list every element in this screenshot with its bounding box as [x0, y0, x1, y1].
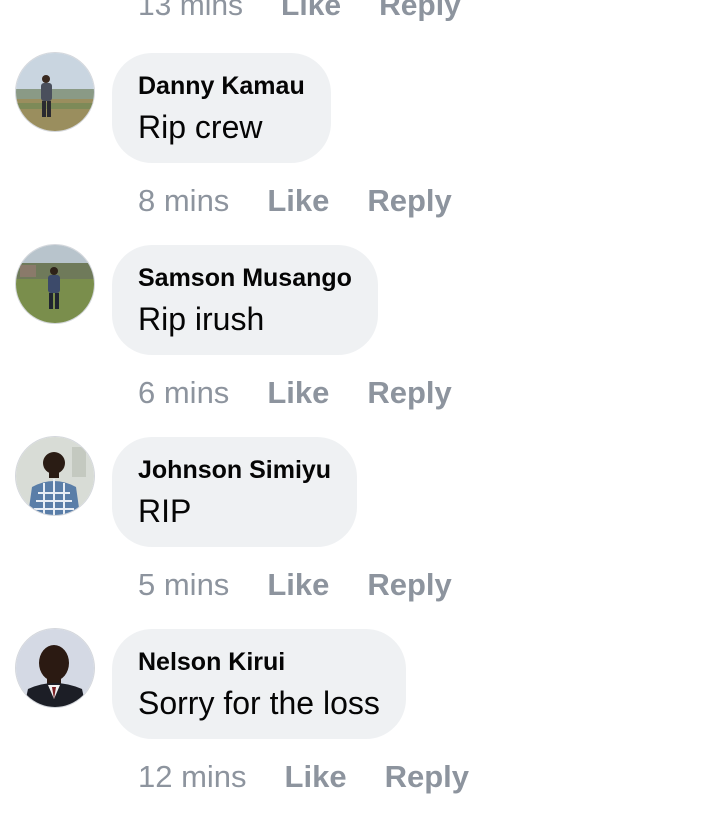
comment-bubble: Nelson Kirui Sorry for the loss	[112, 629, 406, 739]
comment-time[interactable]: 5 mins	[138, 567, 229, 603]
comment-actions: 12 mins Like Reply	[138, 757, 507, 797]
avatar[interactable]	[16, 245, 94, 323]
comments-page: 13 mins Like Reply Danny Kamau Rip crew …	[0, 0, 720, 813]
profile-photo-icon	[16, 245, 94, 323]
comment-bubble: Samson Musango Rip irush	[112, 245, 378, 355]
comment-text: Rip crew	[138, 109, 263, 145]
comment-actions: 6 mins Like Reply	[138, 373, 490, 413]
comment-author[interactable]: Nelson Kirui	[138, 646, 380, 678]
comment-actions: 8 mins Like Reply	[138, 181, 490, 221]
comment-item: Samson Musango Rip irush 6 mins Like Rep…	[0, 245, 720, 437]
comment-author[interactable]: Danny Kamau	[138, 70, 305, 102]
comment-text: Rip irush	[138, 301, 265, 337]
comment-bubble: Johnson Simiyu RIP	[112, 437, 358, 547]
avatar[interactable]	[16, 437, 94, 515]
comment-time[interactable]: 8 mins	[138, 183, 229, 219]
comment-author[interactable]: Johnson Simiyu	[138, 454, 331, 486]
like-button[interactable]: Like	[267, 183, 329, 219]
profile-photo-icon	[16, 629, 94, 707]
reply-button[interactable]: Reply	[367, 567, 451, 603]
partial-comment-actions: 13 mins Like Reply	[138, 0, 499, 26]
like-button[interactable]: Like	[285, 759, 347, 795]
reply-button[interactable]: Reply	[379, 0, 461, 23]
comment-time[interactable]: 12 mins	[138, 759, 247, 795]
like-button[interactable]: Like	[281, 0, 341, 23]
comment-actions: 5 mins Like Reply	[138, 565, 490, 605]
profile-photo-icon	[16, 437, 94, 515]
comment-author[interactable]: Samson Musango	[138, 262, 352, 294]
comment-time: 13 mins	[138, 0, 244, 22]
comment-item: Nelson Kirui Sorry for the loss 12 mins …	[0, 629, 720, 813]
reply-button[interactable]: Reply	[367, 183, 451, 219]
avatar[interactable]	[16, 53, 94, 131]
comment-text: RIP	[138, 493, 192, 529]
reply-button[interactable]: Reply	[367, 375, 451, 411]
like-button[interactable]: Like	[267, 567, 329, 603]
comment-text: Sorry for the loss	[138, 685, 380, 721]
like-button[interactable]: Like	[267, 375, 329, 411]
reply-button[interactable]: Reply	[385, 759, 469, 795]
comment-item: Danny Kamau Rip crew 8 mins Like Reply	[0, 53, 720, 245]
comment-time[interactable]: 6 mins	[138, 375, 229, 411]
avatar[interactable]	[16, 629, 94, 707]
comment-item: Johnson Simiyu RIP 5 mins Like Reply	[0, 437, 720, 629]
comment-bubble: Danny Kamau Rip crew	[112, 53, 331, 163]
profile-photo-icon	[16, 53, 94, 131]
